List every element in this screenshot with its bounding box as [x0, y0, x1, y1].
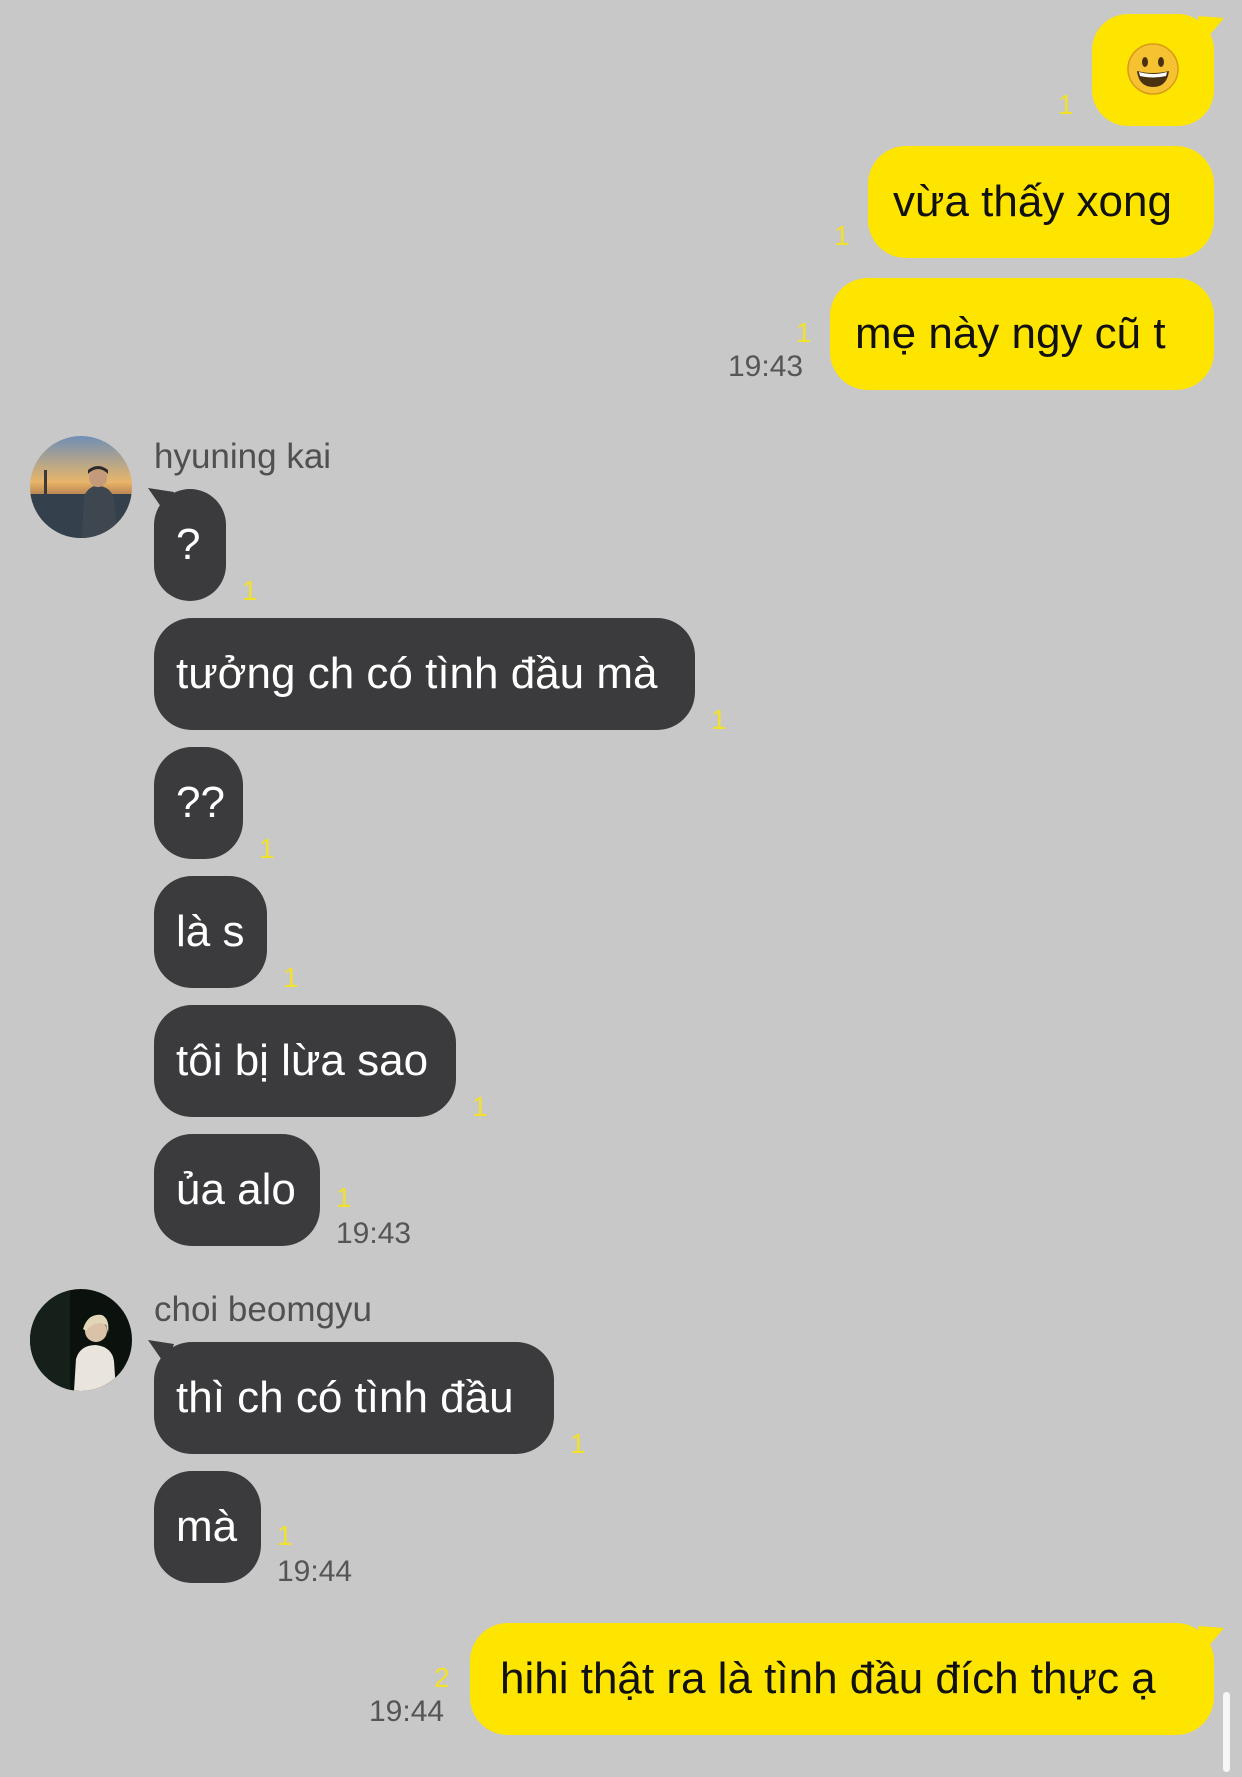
message-timestamp: 19:44: [277, 1555, 353, 1588]
profile-photo-icon: [30, 436, 132, 538]
their-message-bubble[interactable]: ??: [154, 747, 243, 859]
unread-count: 1: [796, 317, 812, 348]
unread-count: 1: [277, 1520, 293, 1551]
my-bubble-tail: [1198, 16, 1224, 44]
unread-count: 1: [570, 1428, 586, 1459]
sender-name: choi beomgyu: [154, 1290, 372, 1329]
my-message-bubble[interactable]: vừa thấy xong: [868, 146, 1214, 258]
their-message-bubble[interactable]: tưởng ch có tình đầu mà: [154, 618, 695, 730]
their-message-bubble[interactable]: tôi bị lừa sao: [154, 1005, 456, 1117]
unread-count: 1: [472, 1091, 488, 1122]
their-message-bubble[interactable]: ?: [154, 489, 226, 601]
my-message-bubble[interactable]: hihi thật ra là tình đầu đích thực ạ: [470, 1623, 1214, 1735]
unread-count: 1: [242, 575, 258, 606]
their-message-bubble[interactable]: là s: [154, 876, 267, 988]
unread-count: 2: [434, 1662, 450, 1693]
message-timestamp: 19:43: [728, 350, 804, 383]
their-message-bubble[interactable]: ủa alo: [154, 1134, 320, 1246]
grinning-face-emoji-icon: [1127, 43, 1179, 96]
profile-photo-icon: [30, 1289, 132, 1391]
unread-count: 1: [283, 962, 299, 993]
sender-name: hyuning kai: [154, 437, 332, 476]
unread-count: 1: [336, 1182, 352, 1213]
my-bubble-tail: [1198, 1626, 1224, 1654]
unread-count: 1: [834, 220, 850, 251]
avatar[interactable]: [30, 436, 132, 538]
their-message-bubble[interactable]: mà: [154, 1471, 261, 1583]
avatar[interactable]: [30, 1289, 132, 1391]
message-timestamp: 19:43: [336, 1217, 412, 1250]
unread-count: 1: [259, 833, 275, 864]
unread-count: 1: [1058, 89, 1074, 120]
message-timestamp: 19:44: [369, 1695, 445, 1728]
my-message-bubble[interactable]: [1092, 14, 1214, 126]
their-message-bubble[interactable]: thì ch có tình đầu: [154, 1342, 554, 1454]
unread-count: 1: [711, 704, 727, 735]
scrollbar[interactable]: [1223, 1692, 1230, 1772]
my-message-bubble[interactable]: mẹ này ngy cũ t: [830, 278, 1214, 390]
